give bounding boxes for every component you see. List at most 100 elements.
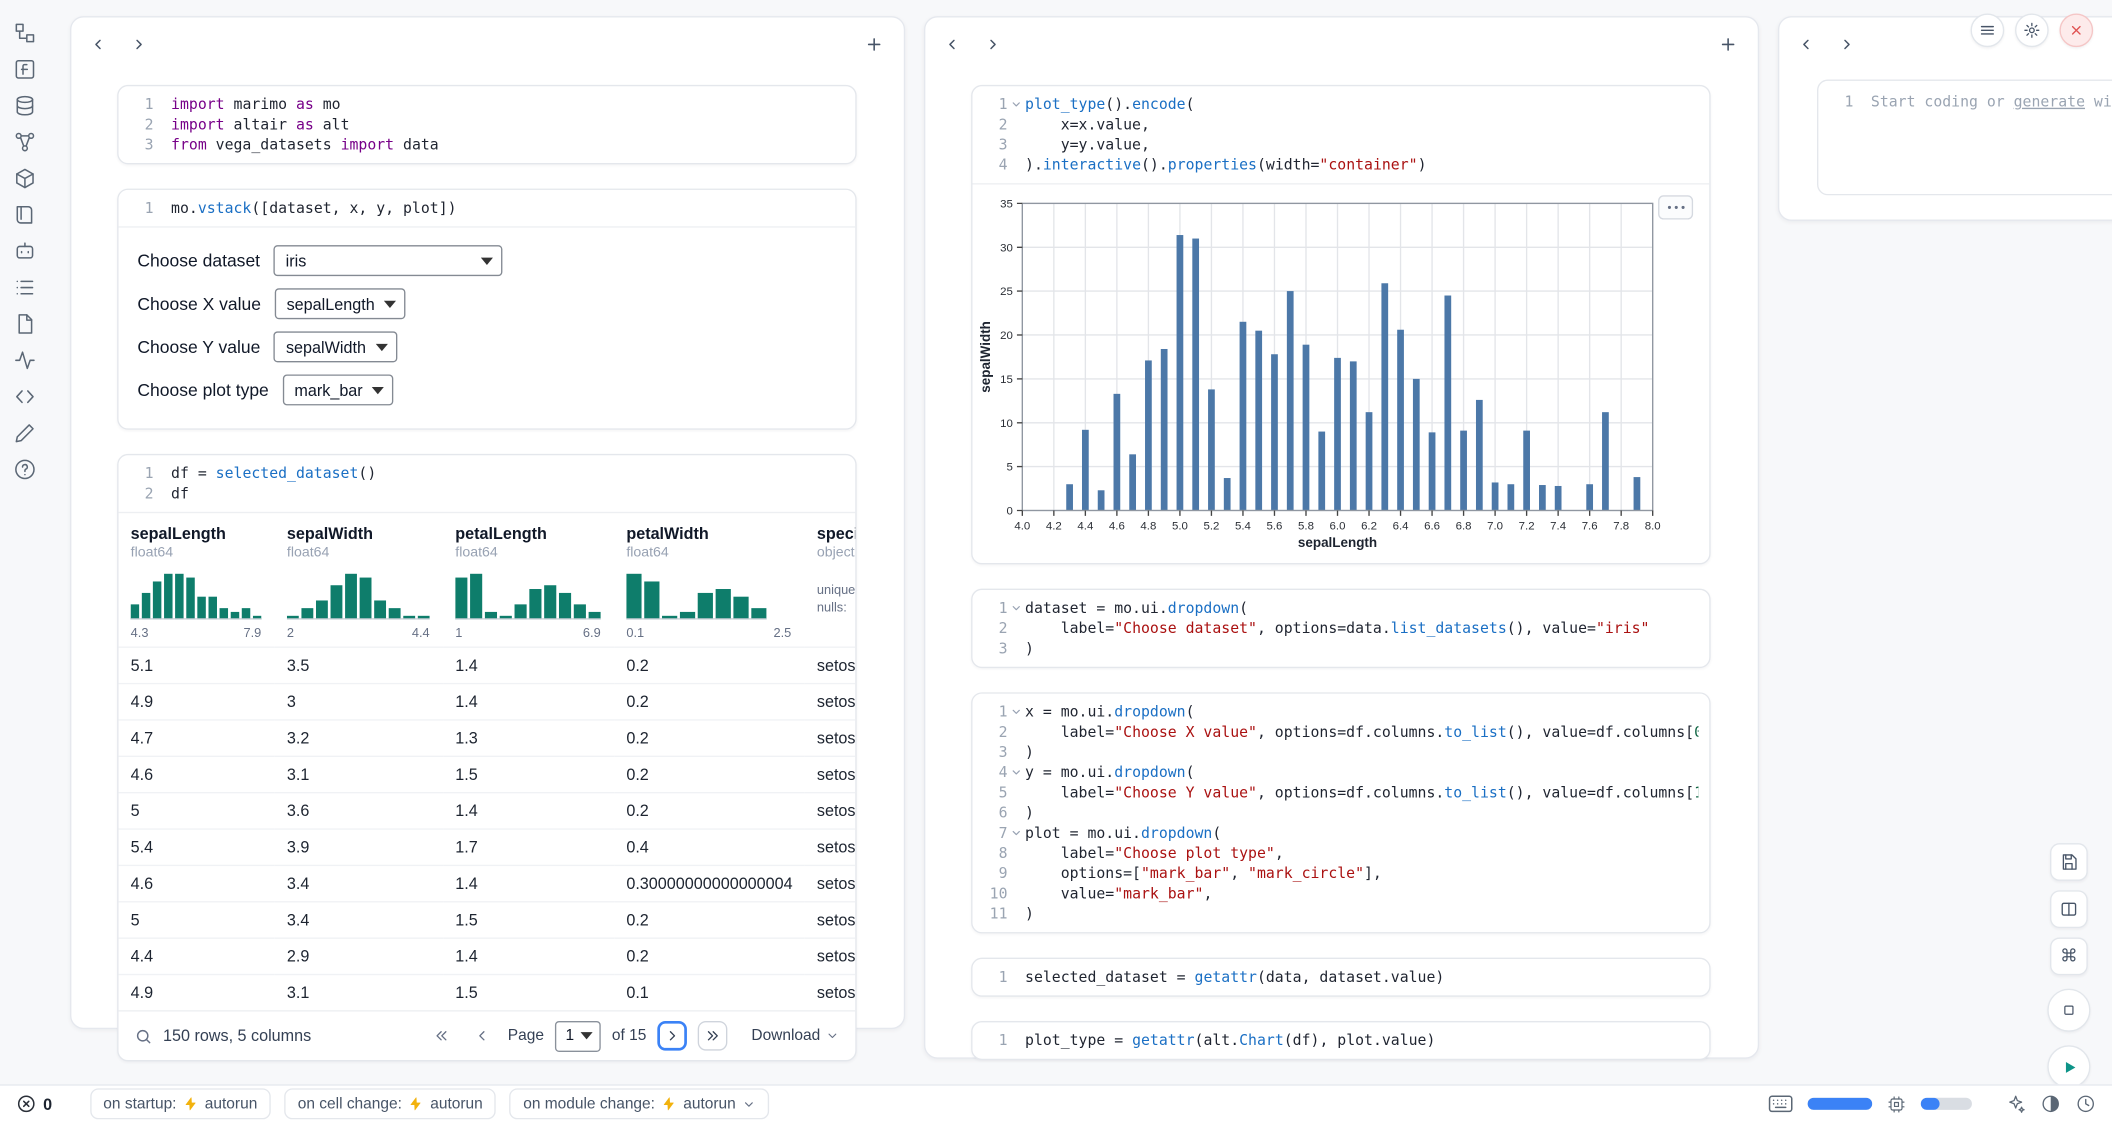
ai-placeholder: Start coding or generate with AI	[1871, 92, 2112, 184]
column-move-left-button[interactable]	[936, 28, 968, 60]
save-button[interactable]	[2050, 843, 2088, 881]
code-editor[interactable]: 1mo.vstack([dataset, x, y, plot])	[119, 190, 856, 226]
code-editor[interactable]: 1df = selected_dataset()2df	[119, 455, 856, 512]
download-button[interactable]: Download	[751, 1028, 839, 1044]
last-page-button[interactable]	[698, 1021, 728, 1051]
chip-prefix: on cell change:	[298, 1096, 402, 1112]
column-move-right-button[interactable]	[977, 28, 1009, 60]
fold-chevron-icon[interactable]	[1008, 702, 1026, 722]
runtime-config-chip-1[interactable]: on startup:autorun	[90, 1088, 271, 1119]
functions-icon[interactable]	[13, 58, 36, 81]
previous-page-button[interactable]	[467, 1021, 497, 1051]
ai-sparkles-icon[interactable]	[2006, 1094, 2026, 1114]
editor-icon[interactable]	[13, 422, 36, 445]
column-move-right-button[interactable]	[123, 28, 155, 60]
code-editor[interactable]: 1plot_type = getattr(alt.Chart(df), plot…	[972, 1022, 1709, 1058]
add-cell-button[interactable]	[858, 28, 890, 60]
packages-icon[interactable]	[13, 167, 36, 190]
settings-button[interactable]	[2015, 13, 2049, 47]
column-move-left-button[interactable]	[1790, 28, 1822, 60]
column-header-petalLength[interactable]: petalLengthfloat6416.9	[443, 513, 614, 647]
column-header-sepalWidth[interactable]: sepalWidthfloat6424.4	[275, 513, 443, 647]
dropdown-select-3[interactable]: sepalWidth	[274, 331, 397, 362]
shutdown-button[interactable]	[2059, 13, 2093, 47]
fold-gutter	[154, 114, 172, 134]
page-select[interactable]: 1	[555, 1020, 601, 1051]
generate-with-ai-link[interactable]: generate	[2014, 93, 2085, 111]
interrupt-button[interactable]	[2047, 989, 2090, 1032]
runtime-config-chip-2[interactable]: on cell change: autorun	[284, 1088, 496, 1119]
fold-chevron-icon[interactable]	[1008, 823, 1026, 843]
svg-text:30: 30	[1000, 242, 1013, 254]
code-editor[interactable]: 1dataset = mo.ui.dropdown(2 label="Choos…	[972, 590, 1709, 667]
column-header-sepalLength[interactable]: sepalLengthfloat644.37.9	[119, 513, 275, 647]
column-header-petalWidth[interactable]: petalWidthfloat640.12.5	[614, 513, 805, 647]
runtime-config-chip-3[interactable]: on module change:autorun	[510, 1088, 770, 1119]
code-editor[interactable]: 1plot_type().encode(2 x=x.value,3 y=y.va…	[972, 86, 1709, 183]
altair-bar-chart[interactable]: 4.04.24.44.64.85.05.25.45.65.86.06.26.46…	[975, 195, 1710, 553]
range-min: 2	[287, 626, 294, 641]
dependency-graph-icon[interactable]	[13, 131, 36, 154]
dropdown-select-2[interactable]: sepalLength	[274, 288, 405, 319]
column-move-left-button[interactable]	[82, 28, 114, 60]
layout-button[interactable]	[2050, 890, 2088, 928]
error-indicator[interactable]: 0	[16, 1094, 52, 1114]
code-text: label="Choose X value", options=df.colum…	[1025, 722, 1698, 742]
fold-gutter	[1008, 155, 1026, 175]
add-cell-button[interactable]	[1712, 28, 1744, 60]
file-tree-icon[interactable]	[13, 22, 36, 45]
runtime-history-icon[interactable]	[2076, 1094, 2096, 1114]
command-palette-button[interactable]: ⌘	[2050, 937, 2088, 975]
line-number: 1	[129, 198, 153, 218]
fold-chevron-icon[interactable]	[1008, 94, 1026, 114]
cpu-usage-bar	[1808, 1098, 1873, 1110]
chip-label: autorun	[430, 1096, 483, 1112]
line-number: 1	[129, 94, 153, 114]
code-editor[interactable]: 1x = mo.ui.dropdown(2 label="Choose X va…	[972, 694, 1709, 932]
code-line: 1plot_type = getattr(alt.Chart(df), plot…	[983, 1030, 1698, 1050]
chart-menu-button[interactable]	[1658, 195, 1693, 219]
dropdown-select-4[interactable]: mark_bar	[282, 374, 393, 405]
column-header-species[interactable]: speciesobjectuniquenulls:	[805, 513, 856, 647]
fold-gutter	[1008, 135, 1026, 155]
menu-button[interactable]	[1971, 13, 2005, 47]
logs-icon[interactable]	[13, 276, 36, 299]
code-line: 3)	[983, 742, 1698, 762]
first-page-button[interactable]	[427, 1021, 457, 1051]
table-cell: 4.9	[119, 975, 275, 1011]
datasources-icon[interactable]	[13, 94, 36, 117]
fold-chevron-icon[interactable]	[1008, 598, 1026, 618]
line-number: 1	[129, 463, 153, 483]
form-output: Choose datasetirisChoose X valuesepalLen…	[119, 226, 856, 428]
screen: 1import marimo as mo2import altair as al…	[0, 0, 2112, 1122]
chevron-down-icon	[743, 1097, 756, 1110]
help-icon[interactable]	[13, 458, 36, 481]
ai-code-cell[interactable]: 1Start coding or generate with AI	[1817, 79, 2112, 195]
code-text: x=x.value,	[1025, 114, 1150, 134]
tracing-icon[interactable]	[13, 349, 36, 372]
notebook-icon[interactable]	[13, 203, 36, 226]
theme-toggle-icon[interactable]	[2041, 1094, 2061, 1114]
chat-icon[interactable]	[13, 240, 36, 263]
fold-gutter	[154, 484, 172, 504]
snippets-icon[interactable]	[13, 312, 36, 335]
code-editor[interactable]: 1selected_dataset = getattr(data, datase…	[972, 959, 1709, 995]
code-cell: 1df = selected_dataset()2dfsepalLengthfl…	[117, 454, 856, 1061]
fold-chevron-icon[interactable]	[1008, 762, 1026, 782]
dropdown-select-1[interactable]: iris	[274, 245, 503, 276]
table-cell: 0.2	[614, 793, 805, 829]
code-editor[interactable]: 1import marimo as mo2import altair as al…	[119, 86, 856, 163]
scratchpad-icon[interactable]	[13, 385, 36, 408]
code-line: 7plot = mo.ui.dropdown(	[983, 823, 1698, 843]
table-cell: setosa	[805, 902, 856, 938]
code-text: from vega_datasets import data	[171, 135, 439, 155]
keyboard-icon[interactable]	[1769, 1095, 1793, 1113]
code-line: 10 value="mark_bar",	[983, 884, 1698, 904]
search-icon[interactable]	[135, 1027, 153, 1045]
table-cell: 0.2	[614, 902, 805, 938]
svg-text:7.0: 7.0	[1487, 520, 1503, 532]
column-move-right-button[interactable]	[1830, 28, 1862, 60]
code-text: plot_type().encode(	[1025, 94, 1195, 114]
run-all-button[interactable]	[2047, 1045, 2090, 1088]
next-page-button[interactable]	[657, 1021, 687, 1051]
